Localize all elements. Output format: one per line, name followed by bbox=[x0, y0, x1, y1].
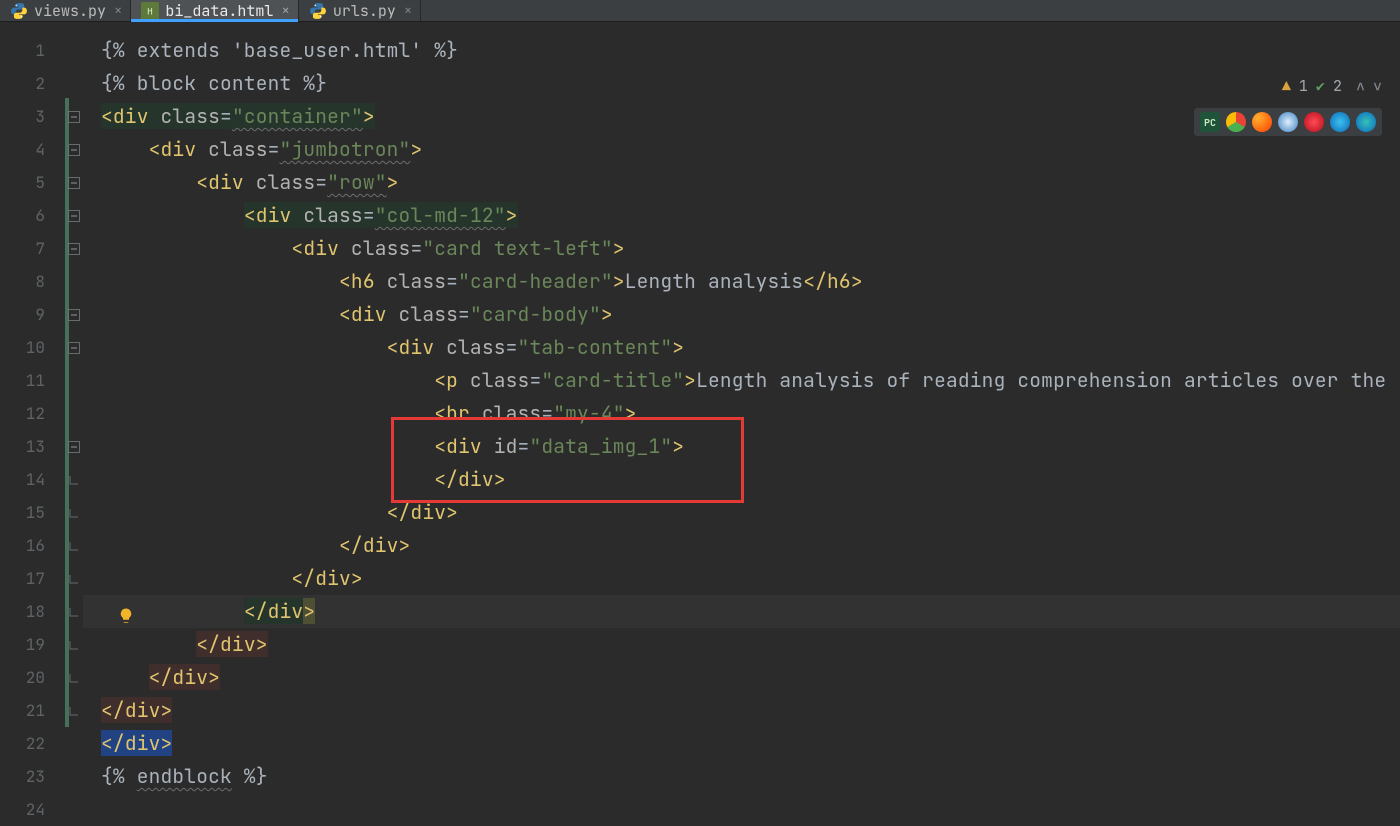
line-number[interactable]: 7 bbox=[0, 232, 65, 265]
line-number[interactable]: 24 bbox=[0, 793, 65, 826]
line-number[interactable]: 3 bbox=[0, 100, 65, 133]
line-number[interactable]: 2 bbox=[0, 67, 65, 100]
line-number[interactable]: 4 bbox=[0, 133, 65, 166]
code-line[interactable]: </div> bbox=[83, 562, 1400, 595]
code-line[interactable]: {% extends 'base_user.html' %} bbox=[83, 34, 1400, 67]
code-line[interactable]: <div class="card text-left"> bbox=[83, 232, 1400, 265]
close-icon[interactable]: × bbox=[114, 2, 122, 20]
svg-text:H: H bbox=[148, 7, 153, 17]
fold-toggle bbox=[65, 34, 83, 67]
code-line[interactable]: {% block content %} bbox=[83, 67, 1400, 100]
line-number[interactable]: 8 bbox=[0, 265, 65, 298]
line-number[interactable]: 13 bbox=[0, 430, 65, 463]
tab-label: bi_data.html bbox=[165, 1, 273, 21]
code-line[interactable]: </div> bbox=[83, 529, 1400, 562]
line-number[interactable]: 6 bbox=[0, 199, 65, 232]
line-number[interactable]: 19 bbox=[0, 628, 65, 661]
line-number[interactable]: 10 bbox=[0, 331, 65, 364]
line-number[interactable]: 23 bbox=[0, 760, 65, 793]
code-area[interactable]: {% extends 'base_user.html' %}{% block c… bbox=[83, 22, 1400, 826]
line-number[interactable]: 5 bbox=[0, 166, 65, 199]
fold-toggle bbox=[65, 793, 83, 826]
line-number[interactable]: 1 bbox=[0, 34, 65, 67]
code-line[interactable]: </div> bbox=[83, 661, 1400, 694]
line-number[interactable]: 18 bbox=[0, 595, 65, 628]
code-line[interactable]: </div> bbox=[83, 595, 1400, 628]
code-line[interactable]: </div> bbox=[83, 628, 1400, 661]
line-number-gutter[interactable]: 123456789101112131415161718192021222324 bbox=[0, 22, 65, 826]
code-line[interactable]: <div class="tab-content"> bbox=[83, 331, 1400, 364]
code-line[interactable]: </div> bbox=[83, 727, 1400, 760]
editor-tabs: views.py × Hbi_data.html × urls.py × bbox=[0, 0, 1400, 22]
line-number[interactable]: 22 bbox=[0, 727, 65, 760]
close-icon[interactable]: × bbox=[281, 2, 289, 20]
tab-label: urls.py bbox=[333, 1, 396, 21]
code-line[interactable]: <div class="container"> bbox=[83, 100, 1400, 133]
line-number[interactable]: 12 bbox=[0, 397, 65, 430]
code-line[interactable]: <div class="col-md-12"> bbox=[83, 199, 1400, 232]
code-line[interactable]: <div class="card-body"> bbox=[83, 298, 1400, 331]
code-line[interactable]: <p class="card-title">Length analysis of… bbox=[83, 364, 1400, 397]
line-number[interactable]: 17 bbox=[0, 562, 65, 595]
code-line[interactable]: <h6 class="card-header">Length analysis<… bbox=[83, 265, 1400, 298]
code-editor[interactable]: 123456789101112131415161718192021222324 … bbox=[0, 22, 1400, 826]
editor-tab[interactable]: Hbi_data.html × bbox=[131, 0, 298, 21]
line-number[interactable]: 14 bbox=[0, 463, 65, 496]
line-number[interactable]: 15 bbox=[0, 496, 65, 529]
code-line[interactable]: {% endblock %} bbox=[83, 760, 1400, 793]
fold-toggle bbox=[65, 760, 83, 793]
line-number[interactable]: 9 bbox=[0, 298, 65, 331]
editor-tab[interactable]: views.py × bbox=[0, 0, 131, 21]
code-line[interactable]: </div> bbox=[83, 694, 1400, 727]
line-number[interactable]: 20 bbox=[0, 661, 65, 694]
vcs-change-bar bbox=[65, 98, 69, 727]
editor-tab[interactable]: urls.py × bbox=[299, 0, 421, 21]
fold-toggle bbox=[65, 67, 83, 100]
code-line[interactable] bbox=[83, 793, 1400, 826]
code-line[interactable]: <div class="row"> bbox=[83, 166, 1400, 199]
annotation-rectangle bbox=[391, 417, 743, 503]
tab-label: views.py bbox=[34, 1, 106, 21]
close-icon[interactable]: × bbox=[404, 2, 412, 20]
ide-window: views.py×Hbi_data.html×urls.py× 12345678… bbox=[0, 0, 1400, 826]
fold-toggle bbox=[65, 727, 83, 760]
code-line[interactable]: <div class="jumbotron"> bbox=[83, 133, 1400, 166]
line-number[interactable]: 21 bbox=[0, 694, 65, 727]
line-number[interactable]: 16 bbox=[0, 529, 65, 562]
line-number[interactable]: 11 bbox=[0, 364, 65, 397]
